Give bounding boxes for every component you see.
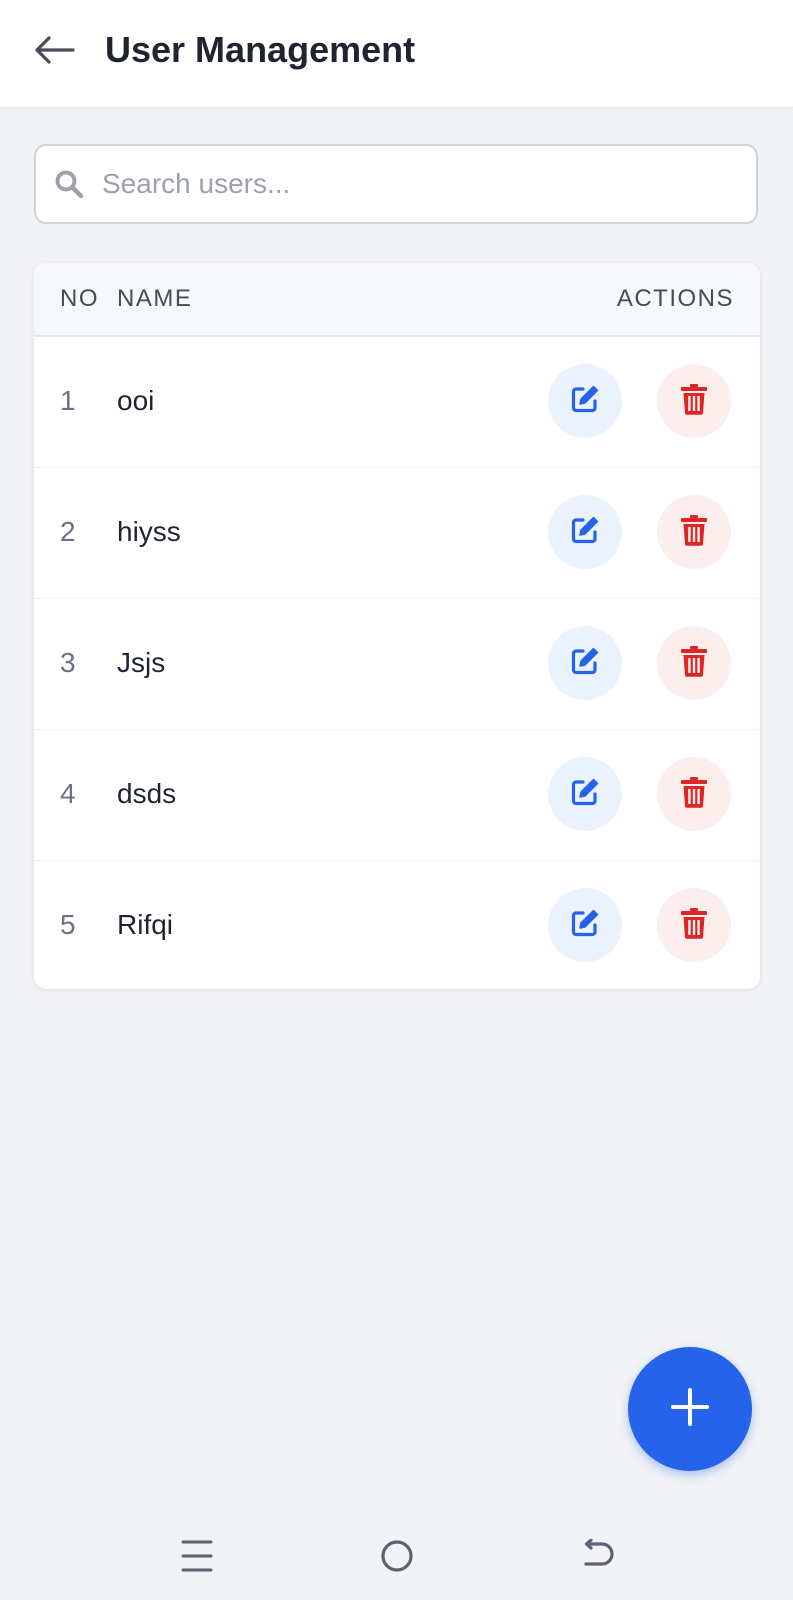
- table-row-3: 3 Jsjs: [34, 599, 760, 730]
- user-name: Jsjs: [117, 647, 166, 678]
- table-body: 1 ooi 2 hiyss 3 Jsjs 4 dsds 5 Rifqi: [34, 337, 760, 989]
- system-back-button[interactable]: [573, 1533, 623, 1583]
- trash-icon: [680, 514, 708, 551]
- search-input[interactable]: [102, 154, 702, 214]
- edit-button[interactable]: [548, 495, 622, 569]
- app-header: User Management: [0, 0, 793, 108]
- trash-icon: [680, 645, 708, 682]
- user-name: Rifqi: [117, 909, 174, 940]
- menu-icon: [181, 1539, 213, 1578]
- table-row-5: 5 Rifqi: [34, 861, 760, 989]
- column-header-name: NAME: [117, 285, 193, 312]
- edit-icon: [569, 383, 601, 420]
- edit-icon: [569, 776, 601, 813]
- row-number: 1: [60, 385, 76, 416]
- edit-button[interactable]: [548, 888, 622, 962]
- arrow-left-icon: [33, 35, 75, 70]
- row-number: 2: [60, 516, 76, 547]
- trash-icon: [680, 383, 708, 420]
- back-icon: [580, 1537, 616, 1578]
- edit-icon: [569, 645, 601, 682]
- edit-icon: [569, 907, 601, 944]
- search-icon: [54, 169, 84, 199]
- system-nav-bar: [0, 1505, 793, 1600]
- delete-button[interactable]: [657, 757, 731, 831]
- row-number: 3: [60, 647, 76, 678]
- trash-icon: [680, 907, 708, 944]
- column-header-actions: ACTIONS: [616, 285, 734, 312]
- users-table: NO NAME ACTIONS 1 ooi 2 hiyss 3 Jsjs 4 d…: [34, 263, 760, 989]
- user-name: ooi: [117, 385, 155, 416]
- page-title: User Management: [105, 29, 416, 70]
- user-name: hiyss: [117, 516, 181, 547]
- delete-button[interactable]: [657, 364, 731, 438]
- row-number: 4: [60, 778, 76, 809]
- home-button[interactable]: [372, 1533, 422, 1583]
- user-name: dsds: [117, 778, 177, 809]
- edit-button[interactable]: [548, 626, 622, 700]
- edit-button[interactable]: [548, 757, 622, 831]
- delete-button[interactable]: [657, 888, 731, 962]
- table-row-1: 1 ooi: [34, 337, 760, 468]
- table-row-4: 4 dsds: [34, 730, 760, 861]
- table-row-2: 2 hiyss: [34, 468, 760, 599]
- home-icon: [380, 1539, 414, 1578]
- row-number: 5: [60, 909, 76, 940]
- plus-icon: [670, 1387, 710, 1432]
- recent-apps-button[interactable]: [172, 1533, 222, 1583]
- trash-icon: [680, 776, 708, 813]
- edit-button[interactable]: [548, 364, 622, 438]
- delete-button[interactable]: [657, 626, 731, 700]
- table-header: NO NAME ACTIONS: [34, 263, 760, 337]
- back-button[interactable]: [26, 24, 82, 80]
- delete-button[interactable]: [657, 495, 731, 569]
- search-bar: [34, 144, 758, 224]
- edit-icon: [569, 514, 601, 551]
- column-header-no: NO: [60, 285, 99, 312]
- add-user-button[interactable]: [628, 1347, 752, 1471]
